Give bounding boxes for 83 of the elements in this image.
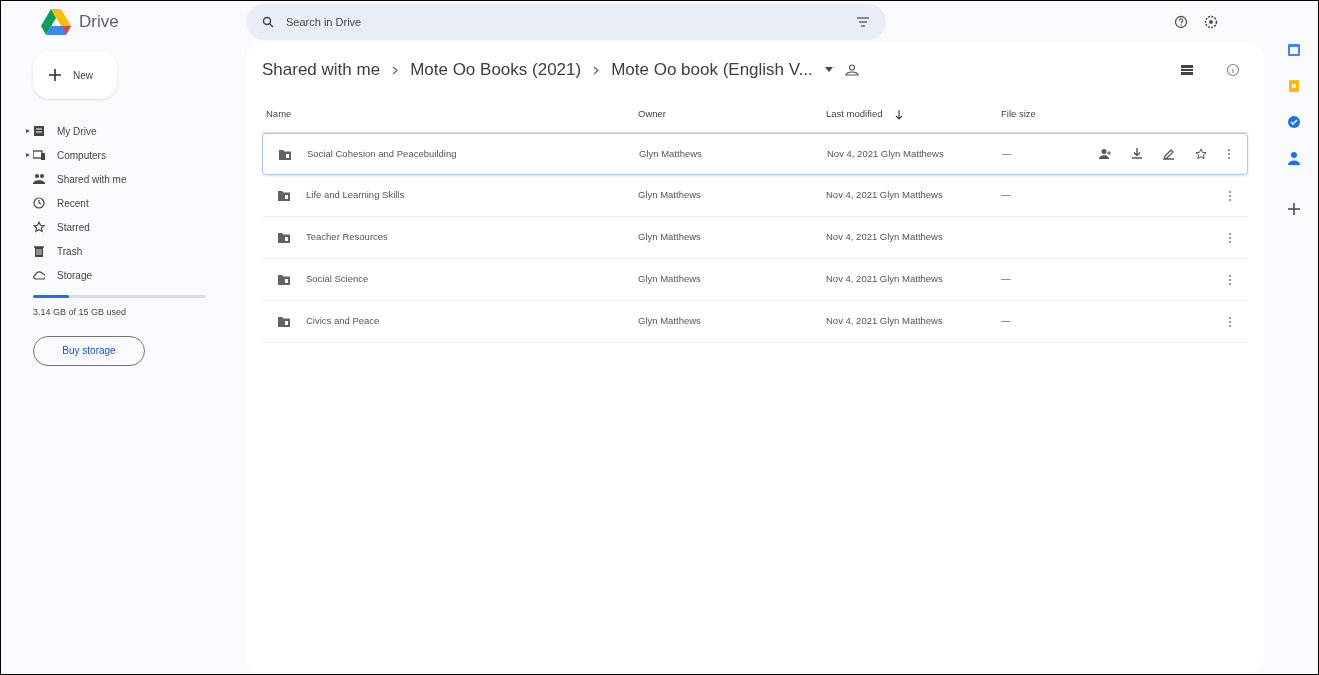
more-icon[interactable]	[1228, 273, 1232, 286]
folder-icon	[278, 232, 290, 243]
share-icon[interactable]	[1099, 148, 1111, 160]
file-row[interactable]: Social Science Glyn Matthews Nov 4, 2021 Glyn Matthews —	[262, 259, 1248, 301]
more-icon[interactable]	[1228, 231, 1232, 244]
drive-icon	[33, 125, 45, 137]
sidebar-item[interactable]: Starred	[33, 219, 90, 235]
more-icon[interactable]	[1227, 148, 1231, 160]
file-row[interactable]: Teacher Resources Glyn Matthews Nov 4, 2021 Glyn Matthews	[262, 217, 1248, 259]
search-field[interactable]: Search in Drive	[246, 4, 886, 40]
column-header[interactable]: Owner	[638, 107, 826, 122]
new-button[interactable]: New	[33, 51, 117, 99]
breadcrumb-link[interactable]: Shared with me	[262, 57, 381, 83]
chevron-right-icon	[392, 65, 399, 75]
cloud-icon	[33, 269, 45, 281]
file-size-cell: —	[1001, 273, 1011, 285]
column-header[interactable]: File size	[1001, 107, 1036, 122]
modified-cell-text: Nov 4, 2021 Glyn Matthews	[826, 188, 944, 203]
owner-cell-text: Glyn Matthews	[638, 188, 702, 203]
file-name: Social Cohesion and Peacebuilding	[307, 146, 457, 161]
modified-cell-text: Nov 4, 2021 Glyn Matthews	[826, 314, 944, 329]
search-icon	[262, 16, 274, 28]
more-icon[interactable]	[1228, 315, 1232, 328]
file-name: Teacher Resources	[306, 230, 388, 245]
clock-icon	[33, 197, 45, 209]
calendar-icon[interactable]	[1287, 43, 1301, 57]
check-circle-icon[interactable]	[1287, 115, 1301, 129]
download-icon[interactable]	[1131, 148, 1143, 160]
breadcrumb-link[interactable]: Mote Oo book (English V...	[611, 57, 813, 83]
sidebar-item[interactable]: Shared with me	[33, 171, 127, 187]
info-icon[interactable]	[1226, 63, 1240, 77]
sidebar-item[interactable]: My Drive	[33, 123, 97, 139]
expand-icon[interactable]	[26, 129, 30, 133]
star-icon[interactable]	[1195, 148, 1207, 160]
dropdown-icon[interactable]	[824, 67, 833, 73]
sidebar-item[interactable]: Trash	[33, 243, 83, 259]
owner-cell-text: Glyn Matthews	[638, 314, 702, 329]
settings-icon[interactable]	[1204, 15, 1218, 29]
file-row[interactable]: Life and Learning Skills Glyn Matthews Nov 4, 2021 Glyn Matthews —	[262, 175, 1248, 217]
column-header[interactable]: Name	[262, 107, 638, 122]
sidebar-item[interactable]: Computers	[33, 147, 106, 163]
list-view-icon[interactable]	[1180, 64, 1194, 76]
owner-cell-text: Glyn Matthews	[638, 230, 702, 245]
file-row[interactable]: Social Cohesion and Peacebuilding Glyn Matthews Nov 4, 2021 Glyn Matthews —	[262, 133, 1248, 175]
star-icon	[33, 221, 45, 233]
plus-icon	[49, 69, 61, 81]
modified-cell-text: Nov 4, 2021 Glyn Matthews	[827, 146, 945, 161]
modified-cell-text: Nov 4, 2021 Glyn Matthews	[826, 230, 944, 245]
trash-icon	[33, 245, 45, 257]
people-icon	[33, 173, 45, 185]
file-size-cell: —	[1001, 189, 1011, 201]
person-icon[interactable]	[1288, 151, 1300, 165]
folder-icon	[278, 274, 290, 285]
app-title: Drive	[79, 11, 119, 34]
file-name: Civics and Peace	[306, 314, 380, 329]
column-header[interactable]: Last modified	[826, 107, 883, 122]
more-icon[interactable]	[1228, 189, 1232, 202]
file-name: Social Science	[306, 272, 369, 287]
help-icon[interactable]	[1174, 15, 1188, 29]
expand-icon[interactable]	[26, 153, 30, 157]
modified-cell-text: Nov 4, 2021 Glyn Matthews	[826, 272, 944, 287]
owner-cell-text: Glyn Matthews	[639, 146, 703, 161]
file-size-cell: —	[1002, 147, 1012, 159]
owner-cell-text: Glyn Matthews	[638, 272, 702, 287]
sidebar-item[interactable]: Storage	[33, 267, 93, 283]
storage-usage-text: 3.14 GB of 15 GB used	[33, 306, 128, 319]
file-row[interactable]: Civics and Peace Glyn Matthews Nov 4, 2021 Glyn Matthews —	[262, 301, 1248, 343]
search-input: Search in Drive	[286, 13, 844, 31]
sidebar-item[interactable]: Recent	[33, 195, 89, 211]
sort-arrow-icon[interactable]	[894, 109, 903, 120]
computer-icon	[33, 149, 45, 161]
rename-icon[interactable]	[1163, 148, 1175, 160]
folder-icon	[278, 190, 290, 201]
drive-logo-icon	[41, 9, 71, 35]
breadcrumb-link[interactable]: Mote Oo Books (2021)	[410, 57, 582, 83]
file-size-cell: —	[1001, 315, 1011, 327]
folder-icon	[279, 148, 291, 160]
file-name: Life and Learning Skills	[306, 188, 405, 203]
folder-icon	[278, 316, 290, 327]
filter-icon[interactable]	[856, 16, 870, 28]
add-icon[interactable]	[1288, 203, 1300, 215]
people-icon[interactable]	[844, 64, 859, 76]
chevron-right-icon	[593, 65, 600, 75]
